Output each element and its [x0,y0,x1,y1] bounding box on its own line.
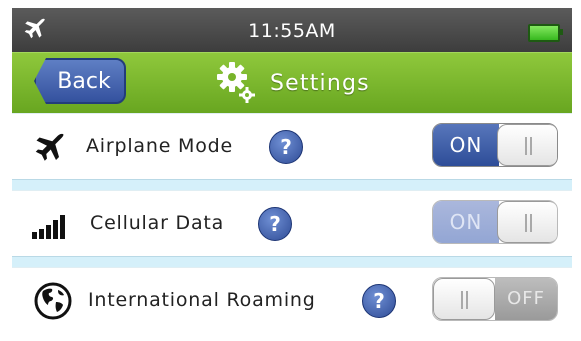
page-title: Settings [270,70,370,96]
cellular-data-toggle[interactable]: ON [432,200,558,244]
airplane-mode-toggle[interactable]: ON [432,123,558,167]
setting-row-airplane-mode: Airplane Mode ? ON [12,113,572,180]
setting-row-cellular-data: Cellular Data ? ON [12,190,572,257]
status-time: 11:55AM [248,20,336,42]
toggle-knob [497,201,557,243]
nav-title-group: Settings [216,61,370,105]
signal-bars-icon [32,215,65,239]
back-button[interactable]: Back [34,58,126,104]
international-roaming-toggle[interactable]: OFF [432,277,558,321]
gear-icon [217,62,255,103]
setting-label: Cellular Data [90,212,225,234]
help-icon[interactable]: ? [269,130,303,164]
toggle-knob [497,124,557,166]
toggle-on-label: ON [433,124,499,166]
setting-row-international-roaming: International Roaming ? OFF [12,267,572,334]
airplane-icon [35,133,64,161]
globe-icon [34,282,72,320]
toggle-off-label: OFF [495,278,557,320]
toggle-knob [433,278,495,320]
nav-bar: Back Settings [12,52,572,114]
battery-icon [528,24,563,42]
setting-label: International Roaming [88,289,316,311]
help-icon[interactable]: ? [258,207,292,241]
setting-label: Airplane Mode [86,135,234,157]
help-icon[interactable]: ? [362,284,396,318]
toggle-on-label: ON [433,201,499,243]
status-bar: 11:55AM [12,8,572,53]
